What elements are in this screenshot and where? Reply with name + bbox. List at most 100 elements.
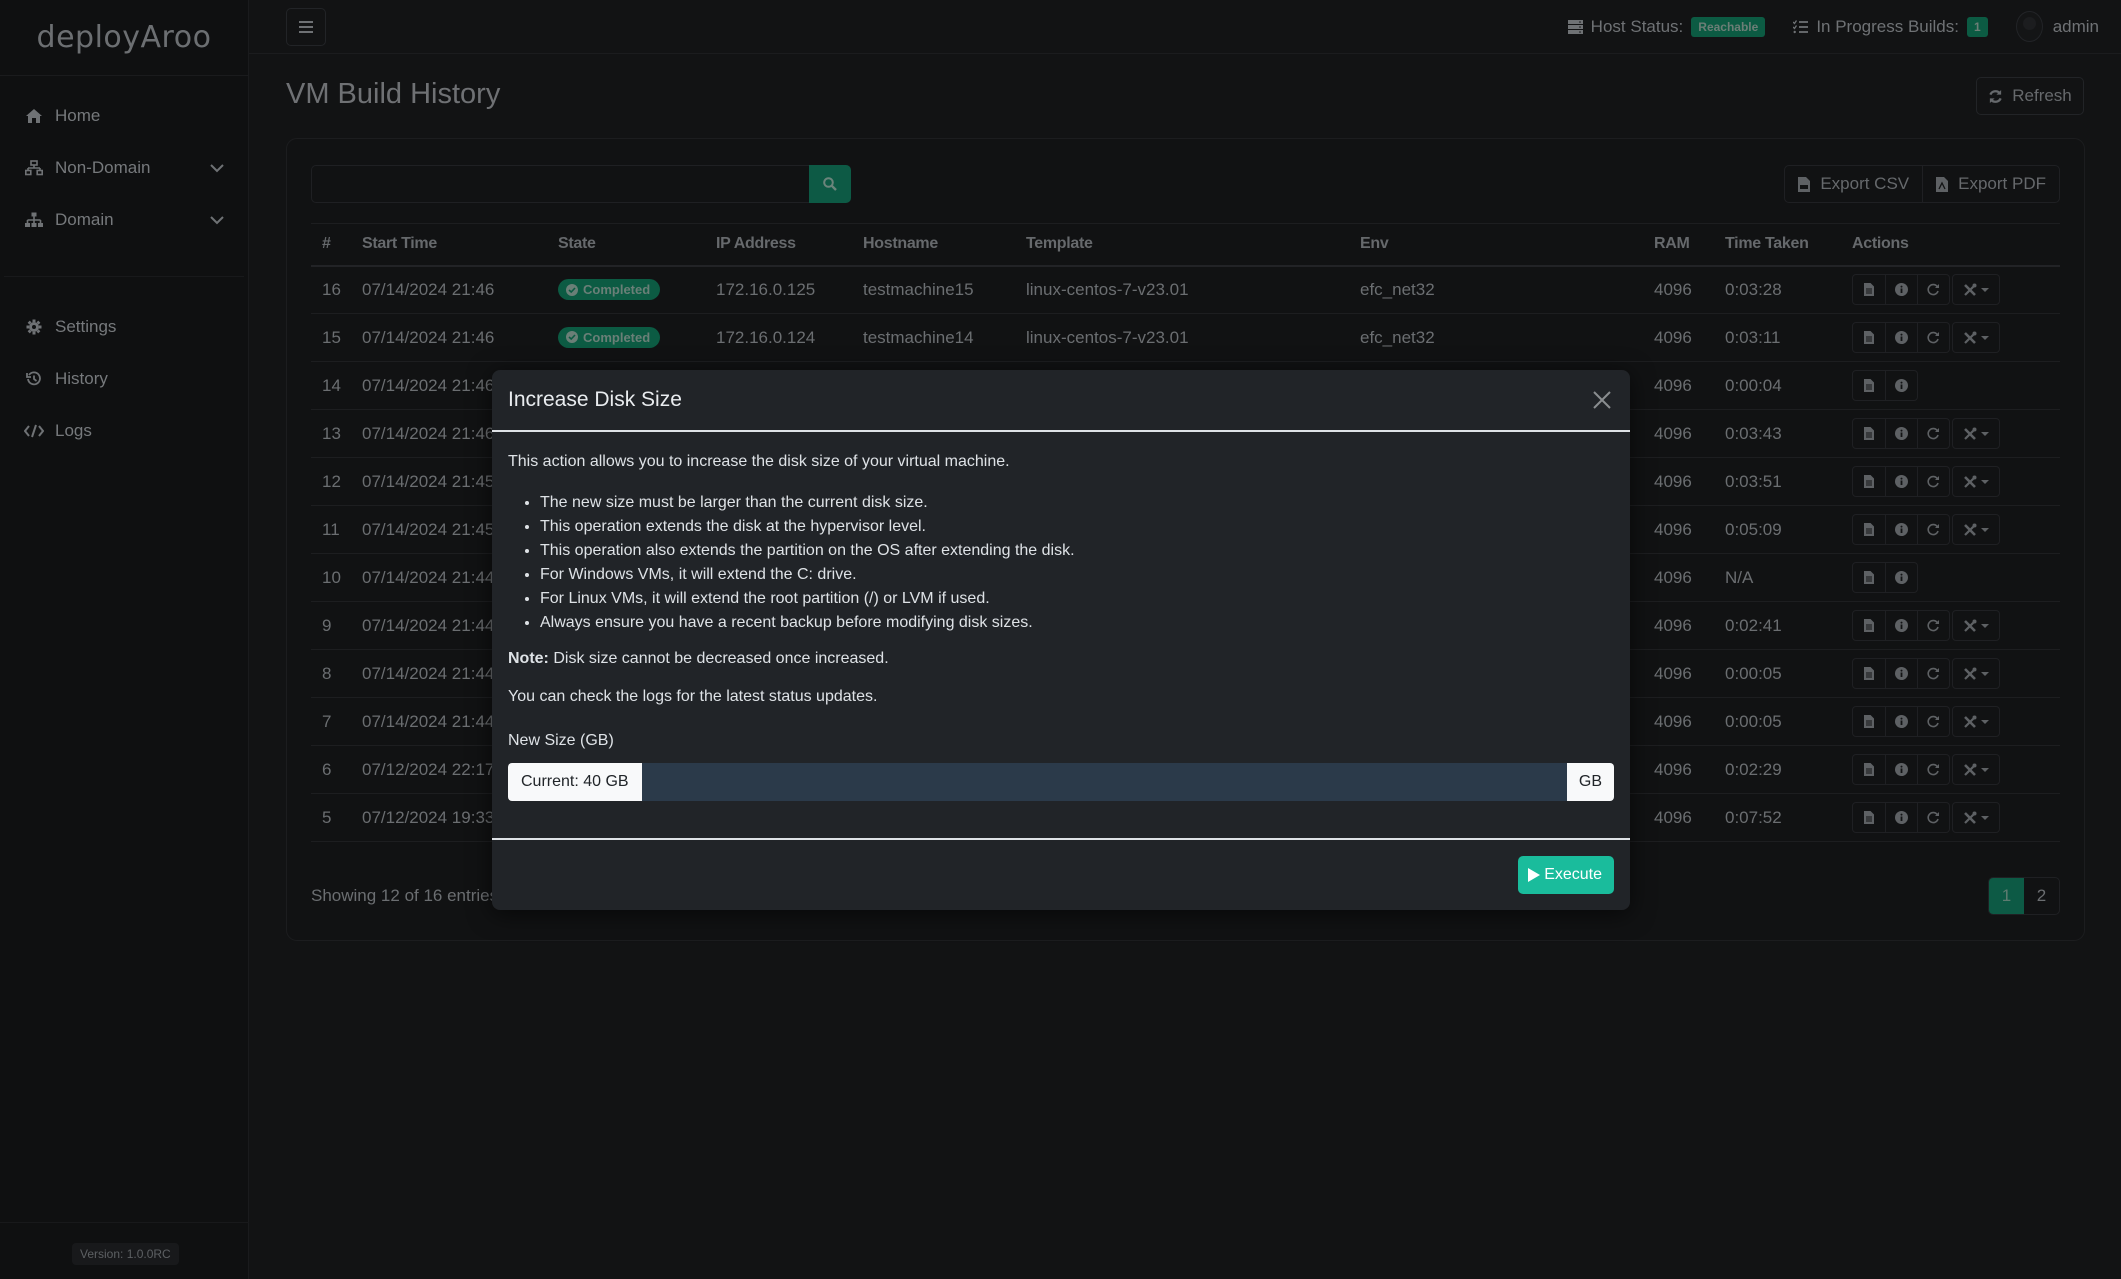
row-actions [1852,418,2000,449]
view-log-button[interactable] [1853,659,1885,688]
sidebar-item-logs[interactable]: Logs [0,405,248,457]
sidebar-item-history[interactable]: History [0,353,248,405]
caret-down-icon [1981,431,1989,436]
host-status: Host Status: Reachable [1567,16,1766,37]
info-button[interactable] [1885,659,1917,688]
tools-dropdown-button[interactable] [1953,611,1999,640]
info-button[interactable] [1885,371,1917,400]
info-button[interactable] [1885,803,1917,832]
column-header[interactable]: RAM [1643,223,1714,267]
column-header[interactable]: # [311,223,351,267]
rebuild-button[interactable] [1917,323,1949,352]
view-log-button[interactable] [1853,707,1885,736]
info-button[interactable] [1885,707,1917,736]
rebuild-button[interactable] [1917,467,1949,496]
view-log-button[interactable] [1853,275,1885,304]
tools-dropdown-button[interactable] [1953,659,1999,688]
sidebar-nav: Home Non-Domain Domain Settings History … [0,76,248,457]
status-badge: Completed [558,326,661,348]
view-log-button[interactable] [1853,611,1885,640]
info-button[interactable] [1885,515,1917,544]
cell-time: 0:05:09 [1714,505,1841,554]
sidebar-item-domain[interactable]: Domain [0,194,248,246]
sidebar-footer-divider [0,1222,249,1223]
view-log-button[interactable] [1853,371,1885,400]
in-progress-builds[interactable]: In Progress Builds: 1 [1793,16,1988,37]
info-button[interactable] [1885,755,1917,784]
file-icon [1864,571,1874,584]
export-csv-button[interactable]: Export CSV [1785,166,1922,202]
row-actions [1852,706,2000,737]
menu-toggle-button[interactable] [286,7,326,46]
column-header[interactable]: IP Address [705,223,852,267]
cell-ram: 4096 [1643,313,1714,362]
table-row[interactable]: 15 07/14/2024 21:46 Completed 172.16.0.124 t… [311,313,2060,362]
export-pdf-button[interactable]: Export PDF [1922,166,2059,202]
info-button[interactable] [1885,611,1917,640]
execute-button[interactable]: Execute [1518,856,1614,894]
info-icon [1895,523,1908,536]
info-button[interactable] [1885,467,1917,496]
search-button[interactable] [809,165,851,203]
new-size-input[interactable] [641,763,1567,801]
column-header[interactable]: Hostname [852,223,1015,267]
redo-icon [1927,284,1939,296]
column-header[interactable]: Start Time [351,223,547,267]
info-button[interactable] [1885,563,1917,592]
rebuild-button[interactable] [1917,419,1949,448]
info-button[interactable] [1885,275,1917,305]
view-log-button[interactable] [1853,803,1885,832]
column-header[interactable]: Time Taken [1714,223,1841,267]
tools-dropdown-button[interactable] [1953,419,1999,448]
page-button-1[interactable]: 1 [1989,878,2024,914]
view-log-button[interactable] [1853,515,1885,544]
column-header[interactable]: Template [1015,223,1349,267]
page-button-2[interactable]: 2 [2024,878,2059,914]
chevron-down-icon[interactable] [210,158,224,178]
redo-icon [1927,619,1939,632]
rebuild-button[interactable] [1917,659,1949,688]
search-input[interactable] [311,165,809,203]
sidebar-item-non-domain[interactable]: Non-Domain [0,142,248,194]
rebuild-button[interactable] [1917,803,1949,832]
chevron-down-icon[interactable] [210,210,224,230]
info-button[interactable] [1885,419,1917,448]
table-row[interactable]: 16 07/14/2024 21:46 Completed 172.16.0.125 t… [311,265,2060,314]
view-log-button[interactable] [1853,563,1885,592]
rebuild-button[interactable] [1917,275,1949,305]
rebuild-button[interactable] [1917,755,1949,784]
view-log-button[interactable] [1853,323,1885,352]
tools-dropdown-button[interactable] [1953,803,1999,832]
view-log-button[interactable] [1853,467,1885,496]
tools-dropdown-button[interactable] [1953,467,1999,496]
cell-time: 0:03:43 [1714,409,1841,458]
column-header[interactable]: Actions [1841,223,2060,267]
column-header[interactable]: Env [1349,223,1643,267]
refresh-button[interactable]: Refresh [1976,77,2084,115]
rebuild-button[interactable] [1917,611,1949,640]
tools-dropdown-group [1952,610,2000,641]
tools-dropdown-button[interactable] [1953,707,1999,736]
row-actions [1852,610,2000,641]
rebuild-button[interactable] [1917,515,1949,544]
username[interactable]: admin [2053,17,2099,37]
avatar[interactable] [2015,11,2043,42]
tools-dropdown-button[interactable] [1953,515,1999,544]
info-button[interactable] [1885,323,1917,352]
cell-ram: 4096 [1643,793,1714,842]
column-header[interactable]: State [547,223,705,267]
tools-dropdown-button[interactable] [1953,323,1999,352]
host-status-badge: Reachable [1691,16,1766,37]
tools-dropdown-button[interactable] [1953,755,1999,784]
view-log-button[interactable] [1853,419,1885,448]
caret-down-icon [1981,815,1989,820]
status-text: Completed [583,329,651,345]
sidebar-item-settings[interactable]: Settings [0,301,248,353]
close-button[interactable] [1590,388,1614,412]
new-size-input-group: Current: 40 GB GB [508,763,1614,801]
tools-dropdown-button[interactable] [1953,275,1999,304]
sidebar-item-home[interactable]: Home [0,90,248,142]
rebuild-button[interactable] [1917,707,1949,736]
cell-ram: 4096 [1643,265,1714,314]
view-log-button[interactable] [1853,755,1885,784]
